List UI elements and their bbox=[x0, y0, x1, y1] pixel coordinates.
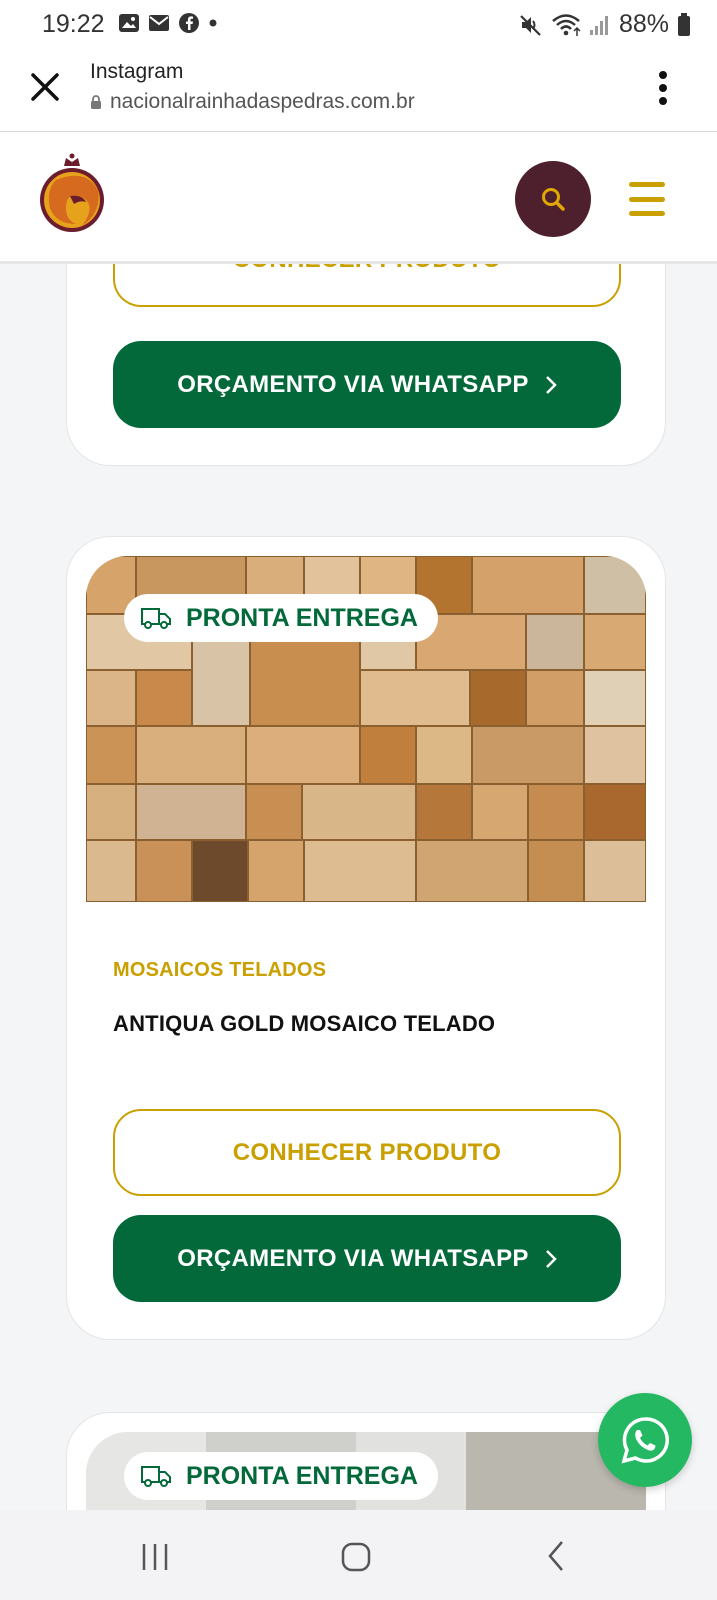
lock-icon bbox=[91, 95, 101, 109]
browser-bar: Instagram nacionalrainhadaspedras.com.br bbox=[0, 48, 717, 132]
search-button[interactable] bbox=[515, 161, 591, 237]
wifi-icon bbox=[552, 13, 581, 36]
image-icon bbox=[119, 14, 139, 32]
whatsapp-quote-button[interactable]: ORÇAMENTO VIA WHATSAPP bbox=[113, 1215, 621, 1302]
whatsapp-quote-label: ORÇAMENTO VIA WHATSAPP bbox=[177, 370, 529, 398]
notification-icons bbox=[118, 12, 218, 34]
more-vert-icon[interactable] bbox=[657, 70, 669, 106]
menu-icon[interactable] bbox=[629, 182, 665, 216]
battery-icon bbox=[678, 12, 690, 36]
whatsapp-float-button[interactable] bbox=[598, 1393, 692, 1487]
system-nav-bar bbox=[0, 1510, 717, 1600]
whatsapp-icon bbox=[621, 1417, 669, 1464]
mail-icon bbox=[149, 15, 169, 31]
browser-url[interactable]: nacionalrainhadaspedras.com.br bbox=[90, 90, 415, 114]
signal-icon bbox=[589, 15, 608, 35]
battery-percent: 88% bbox=[618, 10, 669, 38]
status-bar: 19:22 88% bbox=[0, 0, 717, 48]
logo-icon[interactable] bbox=[36, 150, 108, 234]
whatsapp-quote-label: ORÇAMENTO VIA WHATSAPP bbox=[177, 1244, 529, 1272]
menu-line bbox=[629, 211, 665, 216]
home-icon[interactable] bbox=[341, 1542, 371, 1572]
product-card: PRONTA ENTREGA MOSAICOS TELADOS ANTIQUA … bbox=[66, 536, 666, 1340]
chevron-right-icon bbox=[545, 1249, 557, 1268]
url-text: nacionalrainhadaspedras.com.br bbox=[110, 90, 415, 113]
ready-delivery-badge: PRONTA ENTREGA bbox=[124, 1452, 438, 1500]
truck-icon bbox=[141, 1466, 171, 1487]
mute-icon bbox=[520, 14, 541, 36]
facebook-icon bbox=[179, 13, 199, 33]
know-product-label: CONHECER PRODUTO bbox=[232, 1138, 502, 1166]
recents-icon[interactable] bbox=[141, 1542, 169, 1572]
system-icons: 88% bbox=[519, 10, 691, 39]
truck-icon bbox=[141, 608, 171, 629]
close-icon[interactable] bbox=[28, 70, 62, 104]
back-icon[interactable] bbox=[547, 1540, 565, 1572]
ready-delivery-badge: PRONTA ENTREGA bbox=[124, 594, 438, 642]
know-product-button[interactable]: CONHECER PRODUTO bbox=[113, 1109, 621, 1196]
product-category[interactable]: MOSAICOS TELADOS bbox=[113, 959, 326, 982]
whatsapp-quote-button[interactable]: ORÇAMENTO VIA WHATSAPP bbox=[113, 341, 621, 428]
badge-label: PRONTA ENTREGA bbox=[186, 1461, 418, 1490]
menu-line bbox=[629, 182, 665, 187]
dot-icon bbox=[209, 19, 217, 27]
site-header bbox=[0, 132, 717, 264]
badge-label: PRONTA ENTREGA bbox=[186, 603, 418, 632]
status-time: 19:22 bbox=[42, 10, 105, 38]
browser-title: Instagram bbox=[90, 60, 184, 83]
product-name[interactable]: ANTIQUA GOLD MOSAICO TELADO bbox=[113, 1011, 495, 1037]
menu-line bbox=[629, 196, 665, 202]
search-icon bbox=[542, 188, 565, 211]
chevron-right-icon bbox=[545, 375, 557, 394]
product-image[interactable]: PRONTA ENTREGA bbox=[86, 556, 646, 902]
